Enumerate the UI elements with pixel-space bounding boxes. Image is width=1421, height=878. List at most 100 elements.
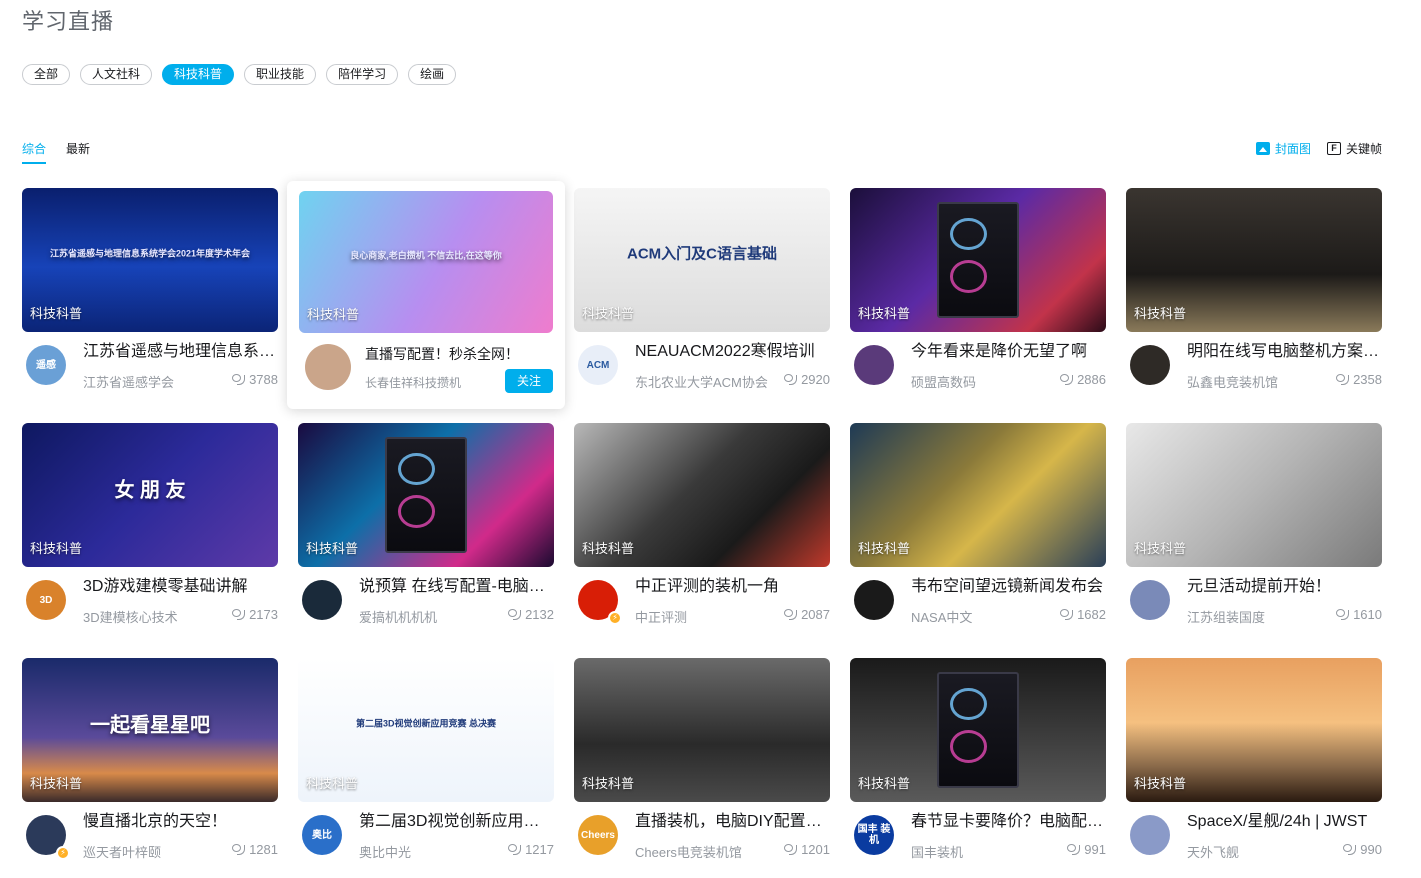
sort-tab[interactable]: 综合 [22, 140, 47, 164]
streamer-name[interactable]: 东北农业大学ACM协会 [635, 372, 770, 391]
streamer-name[interactable]: 3D建模核心技术 [83, 607, 218, 626]
cover-thumbnail[interactable]: 科技科普 [850, 423, 1106, 567]
streamer-name[interactable]: 江苏省遥感学会 [83, 372, 218, 391]
streamer-avatar[interactable]: Cheers [578, 815, 618, 855]
cover-thumbnail[interactable]: 科技科普 [1126, 658, 1382, 802]
cover-thumbnail[interactable]: 第二届3D视觉创新应用竞赛 总决赛 科技科普 [298, 658, 554, 802]
streamer-name[interactable]: NASA中文 [911, 607, 1046, 626]
filter-chip[interactable]: 全部 [22, 64, 71, 85]
category-tag: 科技科普 [1134, 776, 1187, 791]
room-title[interactable]: 春节显卡要降价？电脑配置推荐 [911, 812, 1106, 832]
streamer-avatar[interactable] [1130, 345, 1170, 385]
streamer-avatar[interactable]: 奥比 [302, 815, 342, 855]
filter-chip[interactable]: 科技科普 [162, 64, 235, 85]
cover-thumbnail[interactable]: 一起看星星吧 科技科普 [22, 658, 278, 802]
streamer-avatar[interactable] [305, 344, 351, 390]
streamer-name[interactable]: 奥比中光 [359, 842, 494, 861]
room-title[interactable]: 第二届3D视觉创新应用竞赛总决赛 [359, 812, 554, 832]
filter-chip[interactable]: 绘画 [408, 64, 457, 85]
card-info: Cheers 直播装机，电脑DIY配置推荐 Cheers电竞装机馆 1201 [574, 808, 830, 860]
live-room-card[interactable]: 科技科普 Cheers 直播装机，电脑DIY配置推荐 Cheers电竞装机馆 1201 [574, 658, 830, 860]
viewer-count-value: 2132 [525, 607, 554, 622]
room-title[interactable]: 慢直播北京的天空！ [83, 812, 278, 832]
streamer-name[interactable]: 长春佳祥科技攒机 [365, 374, 485, 391]
room-title[interactable]: 韦布空间望远镜新闻发布会 [911, 577, 1106, 597]
streamer-avatar[interactable] [854, 345, 894, 385]
streamer-name[interactable]: 巡天者叶梓颐 [83, 842, 218, 861]
streamer-name[interactable]: 天外飞舰 [1187, 842, 1322, 861]
cover-thumbnail[interactable]: 科技科普 [1126, 188, 1382, 332]
live-room-card[interactable]: 科技科普明阳在线写电脑整机方案配置 弘鑫电竞装机馆 2358 [1126, 188, 1382, 390]
streamer-avatar[interactable]: 遥感 [26, 345, 66, 385]
live-room-card[interactable]: 科技科普说预算 在线写配置-电脑主机装机爱搞机机机机 2132 [298, 423, 554, 625]
cover-thumbnail[interactable]: ACM入门及C语言基础 科技科普 [574, 188, 830, 332]
cover-thumbnail[interactable]: 科技科普 [850, 658, 1106, 802]
room-title[interactable]: 直播装机，电脑DIY配置推荐 [635, 812, 830, 832]
cover-thumbnail[interactable]: 江苏省遥感与地理信息系统学会2021年度学术年会 科技科普 [22, 188, 278, 332]
room-title[interactable]: 元旦活动提前开始！ [1187, 577, 1382, 597]
streamer-avatar[interactable] [1130, 580, 1170, 620]
live-room-card[interactable]: 科技科普 SpaceX/星舰/24h | JWST 天外飞舰 990 [1126, 658, 1382, 860]
live-room-card[interactable]: 第二届3D视觉创新应用竞赛 总决赛科技科普奥比第二届3D视觉创新应用竞赛总决赛奥… [298, 658, 554, 860]
room-title[interactable]: 江苏省遥感与地理信息系统学会2021年度学术年会 [83, 342, 278, 362]
category-tag: 科技科普 [582, 541, 635, 556]
room-title[interactable]: 3D游戏建模零基础讲解 [83, 577, 278, 597]
streamer-name[interactable]: 江苏组装国度 [1187, 607, 1322, 626]
live-room-card[interactable]: 科技科普 ⚡ 中正评测的装机一角 中正评测 2087 [574, 423, 830, 625]
streamer-avatar[interactable] [854, 580, 894, 620]
sort-tab[interactable]: 最新 [66, 140, 90, 164]
live-room-card[interactable]: 科技科普 韦布空间望远镜新闻发布会 NASA中文 1682 [850, 423, 1106, 625]
room-title[interactable]: 今年看来是降价无望了啊 [911, 342, 1106, 362]
live-room-card[interactable]: 女 朋 友科技科普 3D 3D游戏建模零基础讲解 3D建模核心技术 2173 [22, 423, 278, 625]
cover-thumbnail[interactable]: 女 朋 友科技科普 [22, 423, 278, 567]
live-room-card[interactable]: ACM入门及C语言基础 科技科普 ACM NEAUACM2022寒假培训 东北农业大学A… [574, 188, 830, 390]
streamer-name[interactable]: 硕盟高数码 [911, 372, 1046, 391]
viewers-icon [784, 844, 798, 855]
streamer-name[interactable]: 国丰装机 [911, 842, 1046, 861]
view-toggle[interactable]: F 关键帧 [1326, 140, 1382, 157]
viewers-icon [1067, 844, 1081, 855]
streamer-name[interactable]: Cheers电竞装机馆 [635, 842, 770, 861]
room-title[interactable]: SpaceX/星舰/24h | JWST [1187, 812, 1382, 832]
cover-thumbnail[interactable]: 科技科普 [850, 188, 1106, 332]
cover-thumbnail[interactable]: 科技科普 [298, 423, 554, 567]
cover-text: 第二届3D视觉创新应用竞赛 总决赛 [355, 718, 496, 729]
room-title[interactable]: 中正评测的装机一角 [635, 577, 830, 597]
hover-preview-card[interactable]: 良心商家,老白攒机 不信去比,在这等你 科技科普直播写配置！秒杀全网！ 长春佳祥科技… [287, 181, 565, 409]
streamer-avatar[interactable]: ACM [578, 345, 618, 385]
cover-thumbnail[interactable]: 良心商家,老白攒机 不信去比,在这等你 科技科普 [299, 191, 553, 333]
viewers-icon [1060, 374, 1074, 385]
streamer-avatar[interactable]: 国丰 装机 [854, 815, 894, 855]
streamer-name[interactable]: 中正评测 [635, 607, 770, 626]
viewer-count: 990 [1343, 842, 1382, 857]
live-room-card[interactable]: 科技科普 今年看来是降价无望了啊 硕盟高数码 2886 [850, 188, 1106, 390]
cover-thumbnail[interactable]: 科技科普 [1126, 423, 1382, 567]
room-title[interactable]: NEAUACM2022寒假培训 [635, 342, 830, 362]
streamer-avatar[interactable]: 3D [26, 580, 66, 620]
cover-text: 良心商家,老白攒机 不信去比,在这等你 [350, 250, 502, 261]
streamer-avatar[interactable] [1130, 815, 1170, 855]
streamer-name[interactable]: 爱搞机机机机 [359, 607, 494, 626]
streamer-name[interactable]: 弘鑫电竞装机馆 [1187, 372, 1322, 391]
pc-case-graphic [937, 672, 1019, 788]
filter-chip[interactable]: 陪伴学习 [326, 64, 399, 85]
live-room-card[interactable]: 科技科普 元旦活动提前开始！ 江苏组装国度 1610 [1126, 423, 1382, 625]
viewers-icon [1343, 844, 1357, 855]
cover-thumbnail[interactable]: 科技科普 [574, 658, 830, 802]
cover-thumbnail[interactable]: 科技科普 [574, 423, 830, 567]
filter-chip[interactable]: 人文社科 [80, 64, 153, 85]
viewers-icon [784, 609, 798, 620]
filter-chip[interactable]: 职业技能 [244, 64, 317, 85]
streamer-avatar[interactable] [302, 580, 342, 620]
cover-text: 女 朋 友 [114, 479, 186, 502]
live-room-card[interactable]: 科技科普国丰 装机春节显卡要降价？电脑配置推荐国丰装机 991 [850, 658, 1106, 860]
room-title[interactable]: 说预算 在线写配置-电脑主机装机 [359, 577, 554, 597]
room-title[interactable]: 明阳在线写电脑整机方案配置 [1187, 342, 1382, 362]
room-title[interactable]: 直播写配置！秒杀全网！ [365, 344, 535, 364]
view-toggle[interactable]: 封面图 [1255, 140, 1311, 157]
live-room-card[interactable]: 一起看星星吧 科技科普 ⚡ 慢直播北京的天空！ 巡天者叶梓颐 1281 [22, 658, 278, 860]
live-room-card[interactable]: 良心商家,老白攒机 不信去比,在这等你 科技科普直播写配置！秒杀全网！ 长春佳祥科技… [287, 181, 565, 409]
viewer-count-value: 2358 [1353, 372, 1382, 387]
follow-button[interactable]: 关注 [505, 369, 553, 393]
live-room-card[interactable]: 江苏省遥感与地理信息系统学会2021年度学术年会 科技科普遥感 江苏省遥感与地理信息… [22, 188, 278, 390]
